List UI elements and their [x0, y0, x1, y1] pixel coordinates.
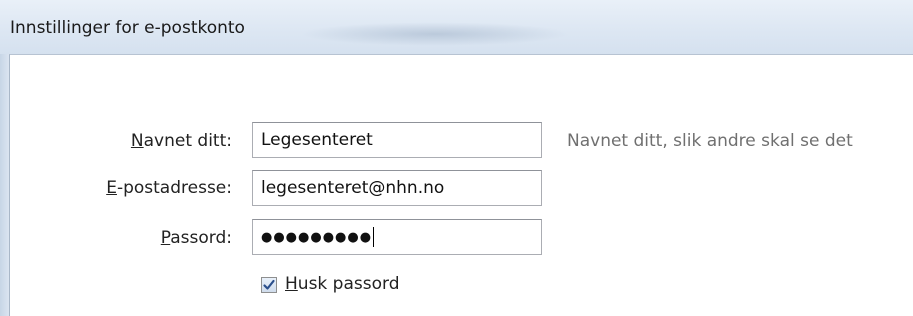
password-label-access-key: P [160, 228, 171, 248]
window-frame-left [0, 54, 9, 316]
text-caret [373, 227, 375, 247]
name-label: Navnet ditt: [131, 131, 232, 151]
email-label-text: -postadresse: [116, 178, 232, 198]
remember-password-label[interactable]: Husk passord [285, 274, 399, 294]
password-label-text: assord: [170, 228, 232, 248]
email-label: E-postadresse: [106, 178, 232, 198]
email-input[interactable]: legesenteret@nhn.no [252, 170, 542, 206]
name-hint: Navnet ditt, slik andre skal se det [567, 131, 853, 151]
email-label-access-key: E [106, 178, 117, 198]
name-input-value: Legesenteret [261, 130, 373, 150]
name-label-access-key: N [130, 131, 144, 151]
remember-password-label-text: usk passord [297, 274, 400, 294]
dialog-title-bar: Innstillinger for e-postkonto [0, 0, 913, 54]
remember-password-access-key: H [285, 274, 298, 294]
email-input-value: legesenteret@nhn.no [261, 178, 445, 198]
remember-password-checkbox[interactable] [261, 277, 277, 293]
password-label: Passord: [161, 228, 232, 248]
title-bar-glow [300, 22, 570, 46]
dialog-title: Innstillinger for e-postkonto [10, 18, 245, 38]
password-mask: ●●●●●●●●● [261, 230, 373, 245]
name-input[interactable]: Legesenteret [252, 122, 542, 158]
name-label-text: avnet ditt: [143, 131, 232, 151]
password-input[interactable]: ●●●●●●●●● [252, 219, 542, 255]
checkmark-icon [263, 279, 275, 290]
